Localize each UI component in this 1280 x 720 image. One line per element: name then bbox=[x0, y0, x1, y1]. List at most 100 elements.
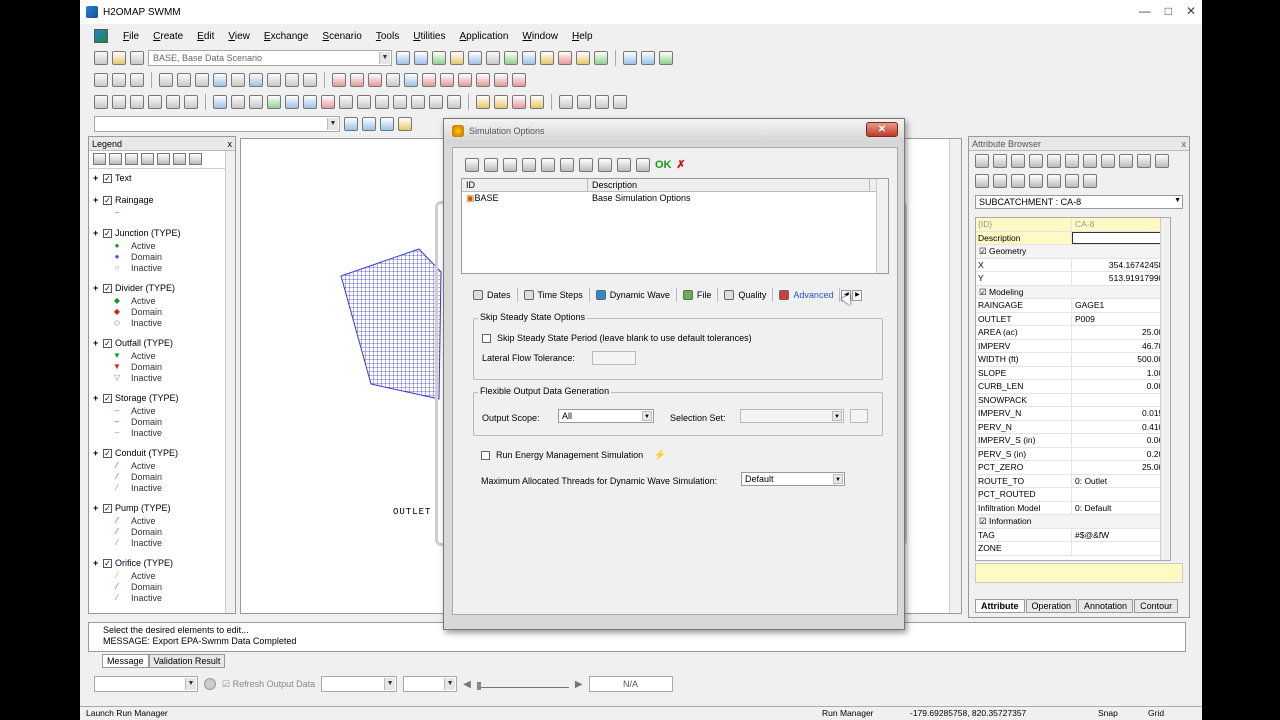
attribute-value[interactable]: 0.0150 bbox=[1072, 407, 1170, 420]
chart-icon[interactable] bbox=[504, 51, 518, 65]
layer-visibility-checkbox[interactable]: ✓ bbox=[103, 338, 112, 348]
attribute-row[interactable]: IMPERV 46.700 bbox=[976, 339, 1170, 353]
tab-quality[interactable]: Quality bbox=[718, 288, 774, 302]
paste-icon[interactable] bbox=[1047, 154, 1061, 168]
eraser-icon[interactable] bbox=[598, 158, 612, 172]
open-folder-icon[interactable] bbox=[112, 51, 126, 65]
add-gage-icon[interactable] bbox=[447, 95, 461, 109]
add-subcatchment-icon[interactable] bbox=[303, 95, 317, 109]
attribute-category[interactable]: ☑ Geometry bbox=[976, 245, 1170, 259]
tab-contour[interactable]: Contour bbox=[1134, 599, 1179, 613]
col-description[interactable]: Description bbox=[588, 179, 870, 191]
expand-icon[interactable]: + bbox=[93, 393, 103, 403]
new-icon[interactable] bbox=[465, 158, 479, 172]
zoom-window-icon[interactable] bbox=[177, 73, 191, 87]
catalog-icon[interactable] bbox=[450, 51, 464, 65]
tab-dynamic-wave[interactable]: Dynamic Wave bbox=[590, 288, 677, 302]
legend-tool-3-icon[interactable] bbox=[125, 153, 138, 165]
domain-clear-icon[interactable] bbox=[494, 73, 508, 87]
tag-icon[interactable] bbox=[540, 51, 554, 65]
legend-group[interactable]: + ✓ Divider (TYPE) bbox=[93, 281, 231, 295]
table-icon[interactable] bbox=[468, 51, 482, 65]
output-combo[interactable]: ▼ bbox=[94, 676, 198, 692]
legend-tool-7-icon[interactable] bbox=[189, 153, 202, 165]
attribute-value[interactable]: 0.060 bbox=[1072, 434, 1170, 447]
attribute-row[interactable]: PERV_S (in) 0.200 bbox=[976, 447, 1170, 461]
attribute-row[interactable]: ROUTE_TO 0: Outlet bbox=[976, 474, 1170, 488]
domain-reset-icon[interactable] bbox=[512, 73, 526, 87]
ok-check-icon[interactable]: OK bbox=[655, 158, 672, 172]
legend-group[interactable]: + ✓ Pump (TYPE) bbox=[93, 501, 231, 515]
expand-icon[interactable]: + bbox=[93, 283, 103, 293]
add-outlet-icon[interactable] bbox=[393, 95, 407, 109]
attribute-row[interactable]: AREA (ac) 25.000 bbox=[976, 326, 1170, 340]
menu-help[interactable]: Help bbox=[565, 31, 600, 42]
chevron-down-icon[interactable]: ▼ bbox=[379, 52, 390, 64]
attribute-row[interactable]: IMPERV_N 0.0150 bbox=[976, 407, 1170, 421]
layer-visibility-checkbox[interactable]: ✓ bbox=[103, 393, 112, 403]
next-icon[interactable]: ▶ bbox=[575, 679, 583, 690]
bookmark-icon[interactable] bbox=[303, 73, 317, 87]
attribute-category[interactable]: ☑ Information bbox=[976, 515, 1170, 529]
select-arrow-icon[interactable] bbox=[94, 95, 108, 109]
legend-tool-1-icon[interactable] bbox=[93, 153, 106, 165]
attribute-value[interactable]: GAGE1 bbox=[1072, 299, 1170, 312]
refresh-attr-icon[interactable] bbox=[1101, 154, 1115, 168]
menu-tools[interactable]: Tools bbox=[369, 31, 406, 42]
menu-utilities[interactable]: Utilities bbox=[406, 31, 452, 42]
output-scope-select[interactable]: All ▼ bbox=[558, 409, 654, 423]
attribute-row[interactable]: SNOWPACK bbox=[976, 393, 1170, 407]
legend-group[interactable]: + ✓ Junction (TYPE) bbox=[93, 226, 231, 240]
add-pump-icon[interactable] bbox=[321, 95, 335, 109]
menu-file[interactable]: File bbox=[116, 31, 146, 42]
energy-management-option[interactable]: Run Energy Management Simulation ⚡ bbox=[481, 450, 666, 461]
import-icon[interactable] bbox=[503, 158, 517, 172]
legend-group[interactable]: + ✓ Conduit (TYPE) bbox=[93, 446, 231, 460]
col-id[interactable]: ID bbox=[462, 179, 588, 191]
undo-icon[interactable] bbox=[559, 95, 573, 109]
cancel-x-icon[interactable]: ✗ bbox=[674, 158, 688, 172]
energy-management-checkbox[interactable] bbox=[481, 451, 490, 461]
attribute-row[interactable]: PERV_N 0.4100 bbox=[976, 420, 1170, 434]
edit-split-icon[interactable] bbox=[530, 95, 544, 109]
attribute-value[interactable]: 0.000 bbox=[1072, 380, 1170, 393]
add-label-icon[interactable] bbox=[411, 95, 425, 109]
attribute-value[interactable]: 25.000 bbox=[1072, 326, 1170, 339]
close-button[interactable]: ✕ bbox=[1186, 4, 1196, 18]
chevron-down-icon[interactable]: ▼ bbox=[1174, 197, 1181, 204]
link-icon[interactable] bbox=[522, 158, 536, 172]
find-element-icon[interactable] bbox=[1011, 154, 1025, 168]
output-pin-icon[interactable] bbox=[204, 678, 216, 690]
attribute-value[interactable]: 1.000 bbox=[1072, 367, 1170, 380]
attribute-row[interactable]: WIDTH (ft) 500.000 bbox=[976, 353, 1170, 367]
layer-visibility-checkbox[interactable]: ✓ bbox=[103, 558, 112, 568]
filter-icon[interactable] bbox=[1083, 154, 1097, 168]
edit-attribute-icon[interactable] bbox=[476, 95, 490, 109]
chain-icon[interactable] bbox=[993, 154, 1007, 168]
attribute-value[interactable]: 513.9191799​03 bbox=[1072, 272, 1170, 285]
graph-icon[interactable] bbox=[1047, 174, 1061, 188]
chevron-down-icon[interactable]: ▼ bbox=[833, 474, 843, 484]
attribute-value[interactable]: 0.4100 bbox=[1072, 421, 1170, 434]
expand-icon[interactable]: + bbox=[93, 338, 103, 348]
flag-icon[interactable] bbox=[558, 51, 572, 65]
attribute-value[interactable] bbox=[1072, 394, 1170, 407]
collapse-icon[interactable]: ☑ bbox=[979, 246, 989, 256]
expand-icon[interactable]: + bbox=[93, 173, 103, 183]
attribute-row[interactable]: {ID} CA-8 bbox=[976, 218, 1170, 232]
attribute-value[interactable]: CA-8 bbox=[1072, 218, 1170, 231]
rotate-icon[interactable] bbox=[613, 95, 627, 109]
layer-visibility-checkbox[interactable]: ✓ bbox=[103, 448, 112, 458]
slider-thumb[interactable] bbox=[476, 682, 481, 690]
layer-visibility-checkbox[interactable]: ✓ bbox=[103, 503, 112, 513]
legend-group[interactable]: + ✓ Raingage bbox=[93, 193, 231, 207]
settings-icon[interactable] bbox=[1029, 174, 1043, 188]
scenario-manager-icon[interactable] bbox=[396, 51, 410, 65]
select-link-icon[interactable] bbox=[130, 95, 144, 109]
redo-icon[interactable] bbox=[577, 95, 591, 109]
dialog-close-button[interactable]: ✕ bbox=[866, 122, 898, 137]
expand-icon[interactable]: + bbox=[93, 448, 103, 458]
add-divider-icon[interactable] bbox=[231, 95, 245, 109]
edit-pencil-icon[interactable] bbox=[659, 51, 673, 65]
collapse-icon[interactable]: ☑ bbox=[979, 516, 989, 526]
